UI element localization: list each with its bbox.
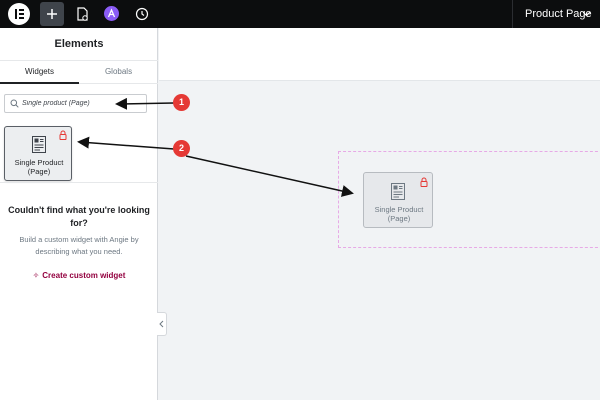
canvas-widget-label: Single Product (Page) xyxy=(364,205,434,223)
canvas-single-product-widget[interactable]: Single Product (Page) xyxy=(363,172,433,228)
search-box[interactable] xyxy=(4,94,147,113)
widget-product-icon xyxy=(391,183,405,200)
tab-widgets[interactable]: Widgets xyxy=(0,61,79,84)
plus-icon xyxy=(47,9,57,19)
lock-icon xyxy=(420,177,428,187)
collapse-panel-button[interactable] xyxy=(157,312,167,336)
page-settings-icon xyxy=(77,7,88,21)
search-input[interactable] xyxy=(22,96,142,111)
search-icon xyxy=(10,99,19,108)
canvas-header-area xyxy=(159,28,600,81)
lock-icon xyxy=(59,130,67,140)
history-button[interactable] xyxy=(132,4,152,24)
widget-label-line1: Single Product xyxy=(14,158,64,167)
page-selector[interactable]: Product Page xyxy=(512,0,600,28)
canvas-widget-label-line1: Single Product xyxy=(374,205,424,214)
chevron-down-icon xyxy=(582,11,591,17)
sparkle-icon: ✧ xyxy=(32,271,40,280)
top-bar: Product Page xyxy=(0,0,600,28)
elements-panel: Elements Widgets Globals Single Product … xyxy=(0,28,158,400)
widget-label-line2: (Page) xyxy=(27,167,51,176)
add-element-button[interactable] xyxy=(40,2,64,26)
not-found-description: Build a custom widget with Angie by desc… xyxy=(4,234,154,258)
widget-product-icon xyxy=(32,136,46,153)
widget-label: Single Product (Page) xyxy=(5,158,73,176)
history-icon xyxy=(135,7,149,21)
step-badge-2: 2 xyxy=(173,140,190,157)
page-settings-button[interactable] xyxy=(72,4,92,24)
step-badge-1: 1 xyxy=(173,94,190,111)
elementor-logo-icon[interactable] xyxy=(8,3,30,25)
not-found-desc-line2: describing what you need. xyxy=(35,247,123,256)
single-product-widget[interactable]: Single Product (Page) xyxy=(4,126,72,181)
create-custom-widget-link[interactable]: ✧ Create custom widget xyxy=(0,271,158,280)
arrow-2-to-canvas xyxy=(185,155,354,197)
panel-title: Elements xyxy=(54,38,104,50)
create-custom-widget-label: Create custom widget xyxy=(42,271,126,280)
not-found-title: Couldn't find what you're looking for? xyxy=(0,204,158,230)
not-found-title-line1: Couldn't find what you're looking xyxy=(8,205,150,215)
not-found-desc-line1: Build a custom widget with Angie by xyxy=(19,235,139,244)
canvas-widget-label-line2: (Page) xyxy=(387,214,411,223)
panel-tabs: Widgets Globals xyxy=(0,60,158,84)
divider xyxy=(0,182,158,183)
angie-button[interactable] xyxy=(104,6,119,21)
tab-globals[interactable]: Globals xyxy=(79,61,158,84)
chevron-left-icon xyxy=(159,320,164,328)
angie-icon xyxy=(107,8,116,18)
not-found-title-line2: for? xyxy=(70,218,88,228)
